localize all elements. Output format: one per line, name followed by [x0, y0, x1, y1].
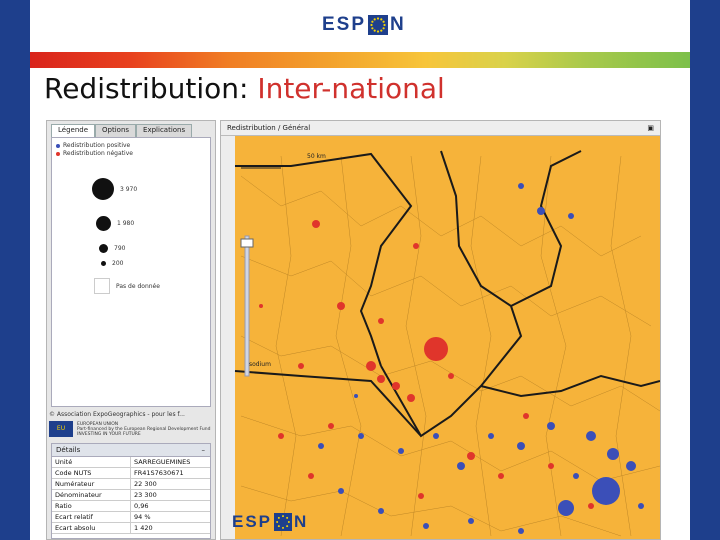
- legend-nodata-label: Pas de donnée: [116, 282, 160, 290]
- eu-flag-icon: EU: [49, 421, 73, 437]
- row-label: Ecart relatif: [52, 511, 131, 523]
- table-row: Code NUTS FR41S7630671: [52, 467, 210, 479]
- legend-circle-label: 790: [114, 245, 126, 252]
- legend-circle-1: 3 970: [92, 178, 137, 200]
- row-value: 22 300: [130, 478, 210, 490]
- city-label: sodium: [249, 361, 271, 368]
- row-value: SARREGUEMINES: [130, 457, 210, 468]
- map-header: Redistribution / Général ▣: [221, 121, 660, 136]
- row-label: Dénominateur: [52, 489, 131, 501]
- details-title: Détails: [56, 446, 81, 454]
- size-circle-icon: [96, 216, 111, 231]
- zoom-slider-track: [244, 235, 250, 377]
- row-label: Ratio: [52, 500, 131, 512]
- scale-label: 50 km: [307, 153, 326, 160]
- espon-logo-bottom: ESP N: [232, 512, 308, 532]
- legend-box: Redistribution positive Redistribution n…: [51, 137, 211, 407]
- legend-circle-2: 1 980: [96, 216, 134, 231]
- table-row: Numérateur 22 300: [52, 478, 210, 490]
- row-label: Ecart absolu: [52, 522, 131, 534]
- tab-options[interactable]: Options: [95, 124, 137, 137]
- row-value: 94 %: [130, 511, 210, 523]
- eu-funding-block: EU EUROPEAN UNION Part-financed by the E…: [49, 421, 210, 437]
- size-circle-icon: [92, 178, 114, 200]
- legend-nodata: Pas de donnée: [94, 278, 160, 294]
- logo-text-left: ESP: [232, 512, 273, 531]
- logo-text-right: N: [294, 512, 309, 531]
- details-table: Unité SARREGUEMINES Code NUTS FR41S7630671…: [52, 457, 210, 534]
- tab-explications[interactable]: Explications: [136, 124, 193, 137]
- table-row: Ecart relatif 94 %: [52, 511, 210, 523]
- map-panel: Redistribution / Général ▣ 50 km sodium: [220, 120, 661, 540]
- size-circle-icon: [99, 244, 108, 253]
- logo-text-left: ESP: [322, 14, 367, 35]
- nodata-swatch: [94, 278, 110, 294]
- table-row: Ecart absolu 1 420: [52, 522, 210, 534]
- zoom-slider-handle: [240, 238, 254, 248]
- legend-positive-label: Redistribution positive: [63, 142, 131, 149]
- copyright-text: © Association ExpoGeographics - pour les…: [49, 411, 185, 418]
- details-header: Détails –: [52, 444, 210, 457]
- map-canvas[interactable]: [221, 136, 660, 540]
- legend-circle-label: 200: [112, 260, 124, 267]
- title-main: Redistribution:: [44, 72, 258, 105]
- legend-positive: Redistribution positive: [56, 142, 130, 149]
- row-label: Unité: [52, 457, 131, 468]
- negative-dot-icon: [56, 151, 60, 156]
- right-frame-bar: [690, 0, 720, 540]
- row-value: 0,96: [130, 500, 210, 512]
- size-circle-icon: [101, 261, 106, 266]
- left-frame-bar: [0, 0, 30, 540]
- row-value: FR41S7630671: [130, 467, 210, 479]
- legend-circle-3: 790: [99, 244, 125, 253]
- legend-circle-label: 3 970: [120, 185, 138, 193]
- legend-circle-label: 1 980: [117, 220, 135, 227]
- maximize-icon[interactable]: ▣: [647, 121, 654, 135]
- table-row: Dénominateur 23 300: [52, 489, 210, 501]
- tab-legende[interactable]: Légende: [51, 124, 96, 137]
- legend-circle-4: 200: [101, 260, 123, 267]
- table-row: Ratio 0,96: [52, 500, 210, 512]
- eu-stars-icon: [368, 15, 389, 35]
- panel-tabs: Légende Options Explications: [51, 124, 211, 137]
- map-title: Redistribution / Général: [227, 124, 311, 132]
- details-panel: Détails – Unité SARREGUEMINES Code NUTS FR…: [51, 443, 211, 539]
- legend-negative: Redistribution négative: [56, 150, 133, 157]
- title-accent: Inter-national: [257, 72, 445, 105]
- row-label: Numérateur: [52, 478, 131, 490]
- logo-text-right: N: [390, 14, 406, 35]
- espon-logo-top: ESP N: [322, 12, 406, 38]
- eu-stars-icon: [274, 513, 293, 531]
- legend-panel: Légende Options Explications Redistribut…: [46, 120, 216, 540]
- row-value: 1 420: [130, 522, 210, 534]
- row-label: Code NUTS: [52, 467, 131, 479]
- color-stripe: [30, 52, 690, 68]
- eu-line-3: INVESTING IN YOUR FUTURE: [77, 431, 141, 437]
- positive-dot-icon: [56, 143, 60, 148]
- row-value: 23 300: [130, 489, 210, 501]
- slide-title: Redistribution: Inter-national: [44, 72, 445, 105]
- map-margin-left: [221, 136, 235, 539]
- eu-line-2: Part-financed by the European Regional D…: [77, 426, 211, 432]
- table-row: Unité SARREGUEMINES: [52, 457, 210, 468]
- collapse-icon[interactable]: –: [202, 444, 206, 456]
- legend-negative-label: Redistribution négative: [63, 150, 133, 157]
